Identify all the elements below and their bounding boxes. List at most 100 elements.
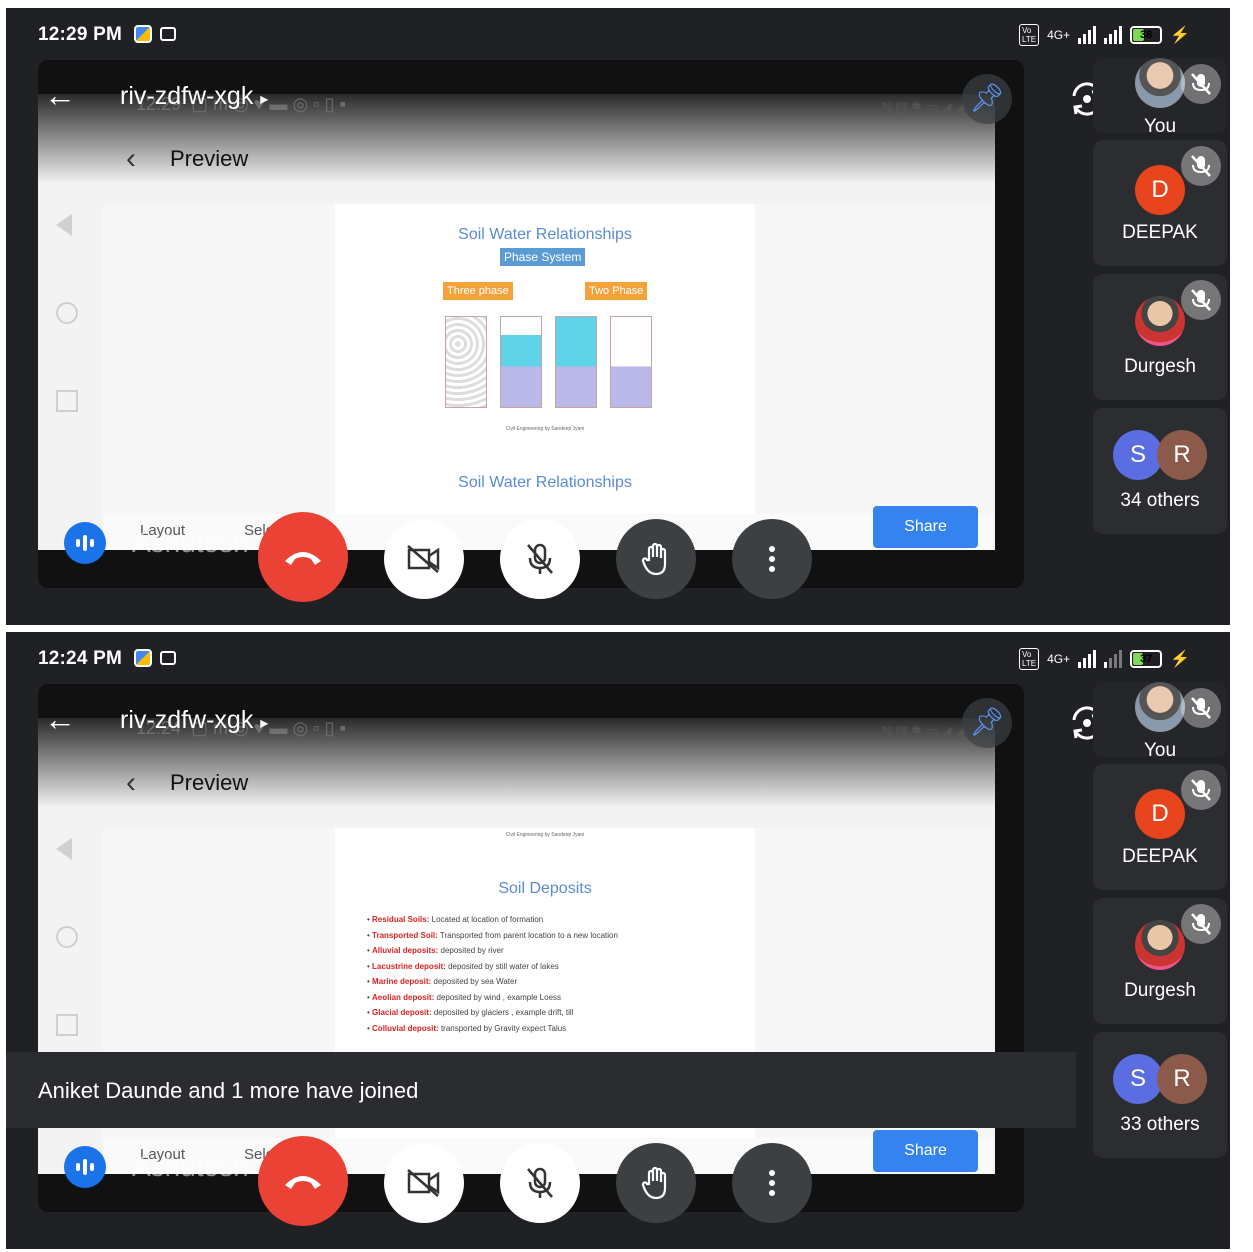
participant-tile-durgesh[interactable]: Durgesh: [1093, 274, 1227, 400]
participant-tile-you[interactable]: You: [1093, 682, 1227, 757]
toast-text: Aniket Daunde and 1 more have joined: [38, 1078, 419, 1103]
photos-icon: [134, 25, 152, 43]
muted-mic-icon: [1181, 146, 1221, 186]
volte-icon: Vo LTE: [1018, 24, 1040, 46]
next-slide-title: Soil Water Relationships: [458, 474, 632, 491]
participant-name: You: [1143, 116, 1177, 133]
recents-nav-icon: [56, 1014, 78, 1036]
status-time: 12:24 PM: [38, 648, 122, 669]
preview-back-icon: ‹: [126, 766, 136, 799]
shared-status-icons: N ▤ ✱ ▭ ◢ ◢: [882, 723, 965, 738]
network-type: 4G+: [1047, 28, 1071, 42]
presenter-name: Ashutosh: [132, 1151, 249, 1182]
participant-tile-deepak[interactable]: D DEEPAK: [1093, 140, 1227, 266]
mic-off-button[interactable]: [500, 1143, 580, 1223]
pin-icon[interactable]: 📌︎: [962, 698, 1012, 748]
share-button[interactable]: Share: [873, 1130, 978, 1172]
participant-tile-others[interactable]: S R 34 others: [1093, 408, 1227, 534]
mic-off-icon: [527, 543, 553, 574]
back-arrow-icon[interactable]: ←: [44, 79, 76, 111]
participant-tile-durgesh[interactable]: Durgesh: [1093, 898, 1227, 1024]
participant-tile-others[interactable]: S R 33 others: [1093, 1032, 1227, 1158]
bullet-item: • Residual Soils: Located at location of…: [367, 915, 544, 924]
bullet-item: • Colluvial deposit: transported by Grav…: [367, 1023, 567, 1033]
muted-mic-icon: [1181, 64, 1221, 104]
hand-icon: [641, 1166, 667, 1200]
bullet-item: • Aeolian deposit: deposited by wind , e…: [367, 992, 562, 1002]
status-time: 12:29 PM: [38, 24, 122, 45]
end-call-button[interactable]: [258, 512, 348, 602]
status-bar: 12:29 PM Vo LTE 4G+ 38 ⚡: [6, 8, 1230, 56]
soil-column-diagram: [445, 316, 487, 408]
participant-name: Durgesh: [1124, 356, 1196, 377]
pin-icon[interactable]: 📌︎: [962, 74, 1012, 124]
slide-credit: Civil Engineering by Sandeep Jyani: [505, 832, 585, 838]
back-nav-icon: [56, 838, 72, 860]
two-phase-label: Two Phase: [585, 282, 648, 300]
camera-off-icon: [407, 1169, 440, 1197]
phase-system-label: Phase System: [500, 248, 586, 266]
saturated-diagram: [555, 316, 597, 408]
bullet-item: • Lacustrine deposit: deposited by still…: [367, 961, 559, 971]
photos-icon: [134, 649, 152, 667]
more-options-button[interactable]: [732, 519, 812, 599]
back-arrow-icon[interactable]: ←: [44, 703, 76, 735]
avatar: D: [1135, 789, 1185, 839]
battery-icon: 37: [1130, 650, 1163, 668]
bullet-item: • Marine deposit: deposited by sea Water: [367, 977, 518, 986]
shared-screen: 12:29 ▢ m ◎ ♥ ▬ ◎ ▫ ▯ ▪ N ▤ ✱ ▭ ◢ ◢ ‹ Pre…: [38, 94, 995, 550]
presenter-label: Ashutosh: [64, 1146, 249, 1188]
audio-level-icon: [64, 1146, 106, 1188]
back-nav-icon: [56, 214, 72, 236]
three-phase-diagram: [500, 316, 542, 408]
presenter-name: Ashutosh: [132, 527, 249, 558]
signal-icon: [1078, 26, 1097, 44]
audio-level-icon: [64, 522, 106, 564]
slide: Soil Water Relationships Phase System Th…: [335, 204, 755, 550]
dry-diagram: [610, 316, 652, 408]
volte-icon: Vo LTE: [1018, 648, 1040, 670]
signal-icon-2: [1104, 650, 1123, 668]
bullet-item: • Transported Soil: Transported from par…: [367, 930, 618, 940]
home-nav-icon: [56, 302, 78, 324]
battery-icon: 38: [1130, 26, 1163, 44]
raise-hand-button[interactable]: [616, 519, 696, 599]
call-controls: [258, 512, 812, 602]
meeting-code[interactable]: riv-zdfw-xgk ▸: [120, 82, 268, 111]
participant-tile-deepak[interactable]: D DEEPAK: [1093, 764, 1227, 890]
participant-name: You: [1143, 740, 1177, 757]
charging-icon: ⚡: [1170, 27, 1190, 44]
camera-off-button[interactable]: [384, 519, 464, 599]
preview-back-icon: ‹: [126, 142, 136, 175]
more-options-button[interactable]: [732, 1143, 812, 1223]
share-button[interactable]: Share: [873, 506, 978, 548]
others-count: 34 others: [1120, 490, 1200, 511]
muted-mic-icon: [1181, 904, 1221, 944]
shared-nav-bar: [56, 214, 78, 412]
bullet-item: • Glacial deposit: deposited by glaciers…: [367, 1008, 574, 1017]
camera-off-button[interactable]: [384, 1143, 464, 1223]
avatar: [1135, 682, 1185, 732]
hangup-icon: [285, 552, 321, 565]
raise-hand-button[interactable]: [616, 1143, 696, 1223]
charging-icon: ⚡: [1170, 651, 1190, 668]
muted-mic-icon: [1181, 688, 1221, 728]
slide-title: Soil Deposits: [498, 880, 592, 897]
meet-screenshot-1: 12:29 PM Vo LTE 4G+ 38 ⚡ 12:29 ▢ m ◎ ♥ ▬ ◎…: [6, 8, 1230, 625]
participant-tile-you[interactable]: You: [1093, 58, 1227, 133]
meeting-code[interactable]: riv-zdfw-xgk ▸: [120, 706, 268, 735]
avatar-r: R: [1157, 430, 1207, 480]
video-record-icon: [160, 651, 176, 665]
muted-mic-icon: [1181, 770, 1221, 810]
muted-mic-icon: [1181, 280, 1221, 320]
more-vert-icon: [769, 1170, 775, 1196]
end-call-button[interactable]: [258, 1136, 348, 1226]
slide-title: Soil Water Relationships: [458, 226, 632, 243]
slide-bullets: • Residual Soils: Located at location of…: [367, 912, 618, 1036]
shared-nav-bar: [56, 838, 78, 1036]
avatar: [1135, 920, 1185, 970]
avatar: D: [1135, 165, 1185, 215]
mic-off-button[interactable]: [500, 519, 580, 599]
status-bar: 12:24 PM Vo LTE 4G+ 37 ⚡: [6, 632, 1230, 680]
signal-icon: [1078, 650, 1097, 668]
